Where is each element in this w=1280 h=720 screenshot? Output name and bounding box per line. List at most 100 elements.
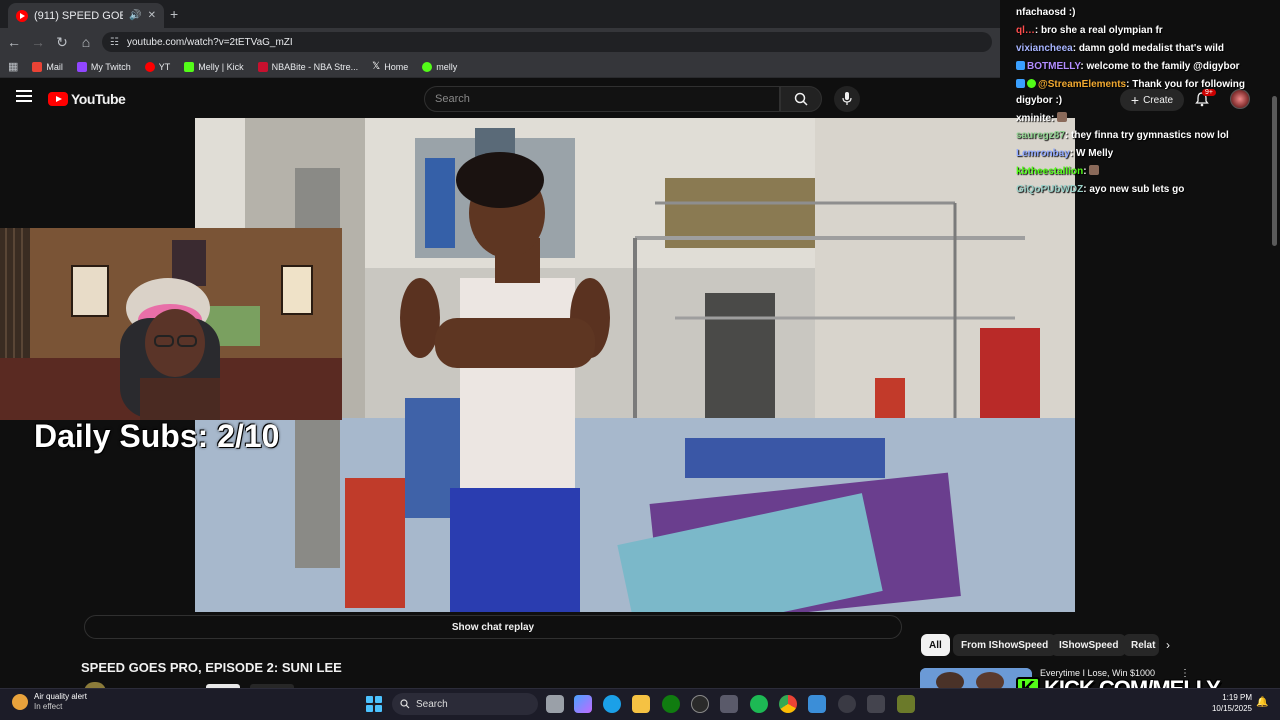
chat-message: Lemronbay: W Melly [1016,147,1113,160]
youtube-icon [144,61,155,72]
chat-username: vixiancheea [1016,43,1073,54]
chat-username: kbtheestallion [1016,166,1084,177]
chat-text: : [1051,113,1055,124]
tab-title: (911) SPEED GOES PRO, EP [34,9,124,22]
chat-username: ql… [1016,25,1035,36]
chat-username: GiQoPUbWDZ [1016,184,1084,195]
chip-ishowspeed[interactable]: IShowSpeed [1051,634,1127,656]
video-title: SPEED GOES PRO, EPISODE 2: SUNI LEE [81,660,342,675]
chat-username: digybor :) [1016,95,1063,106]
xbox-icon[interactable] [662,695,680,713]
app-icon[interactable] [897,695,915,713]
bookmarks-bar: ▦ Mail My Twitch YT Melly | Kick NBABite… [0,56,1000,78]
chat-message: @StreamElements: Thank you for following [1016,78,1245,91]
search-icon [794,92,808,106]
menu-icon[interactable] [16,90,32,102]
kick-icon [422,61,433,72]
chip-all[interactable]: All [921,634,950,656]
bookmark-nbabite[interactable]: NBABite - NBA Stre... [257,61,359,72]
spotify-icon[interactable] [750,695,768,713]
reload-icon[interactable]: ↻ [54,34,70,51]
notification-center-icon[interactable]: 🔔 [1256,697,1268,708]
weather-widget[interactable]: Air quality alert In effect [12,692,87,712]
search-input[interactable]: Search [424,86,780,112]
chat-text: : bro she a real olympian fr [1034,25,1163,36]
bookmark-melly-kick[interactable]: Melly | Kick [184,61,244,72]
chip-related[interactable]: Relat [1123,634,1159,656]
speaker-icon[interactable]: 🔊 [129,10,141,21]
verified-badge-icon [1027,79,1036,88]
home-icon[interactable]: ⌂ [78,34,94,50]
account-avatar[interactable] [1230,89,1250,109]
plus-icon: + [1130,92,1140,108]
microphone-icon [842,92,852,105]
weather-title: Air quality alert [34,692,87,701]
bookmark-label: Melly | Kick [198,61,244,72]
copilot-icon[interactable] [574,695,592,713]
youtube-favicon-icon [16,9,28,22]
terminal-icon[interactable] [867,695,885,713]
photos-icon[interactable] [808,695,826,713]
chat-text: : damn gold medalist that's wild [1072,43,1224,54]
bookmark-my-twitch[interactable]: My Twitch [76,61,131,72]
address-bar[interactable]: ☷ youtube.com/watch?v=2tETVaG_mZI [102,32,992,52]
chat-text: : Thank you for following [1126,79,1246,90]
url-text: youtube.com/watch?v=2tETVaG_mZI [126,36,293,48]
chat-username: @StreamElements [1038,79,1127,90]
close-tab-icon[interactable]: ✕ [148,10,156,21]
bookmark-yt[interactable]: YT [144,61,171,72]
edge-icon[interactable] [603,695,621,713]
back-arrow-icon[interactable]: ← [6,34,22,50]
windows-start-icon[interactable] [366,696,382,712]
new-tab-icon[interactable]: + [170,6,178,22]
webcam-feed [0,228,342,420]
chat-username: Lemronbay [1016,148,1070,159]
task-view-icon[interactable] [546,695,564,713]
obs-icon[interactable] [691,695,709,713]
forward-arrow-icon[interactable]: → [30,34,46,50]
voice-search-button[interactable] [834,86,860,112]
twitch-icon [76,61,87,72]
store-icon[interactable] [720,695,738,713]
search-button[interactable] [780,86,822,112]
create-button[interactable]: + Create [1120,89,1184,111]
mod-badge-icon [1016,61,1025,70]
file-explorer-icon[interactable] [632,695,650,713]
bookmark-label: YT [158,61,171,72]
create-label: Create [1143,94,1174,106]
chat-text: : ayo new sub lets go [1083,184,1185,195]
tab-strip: (911) SPEED GOES PRO, EP 🔊 ✕ + [0,0,1000,28]
x-logo-icon: 𝕏 [372,61,381,72]
air-quality-icon [12,694,28,710]
chat-message: kbtheestallion: [1016,165,1100,178]
bookmark-melly[interactable]: melly [422,61,457,72]
chat-emote-icon [1089,165,1100,175]
chevron-right-icon[interactable]: › [1166,638,1170,652]
bookmark-label: NBABite - NBA Stre... [271,61,359,72]
chrome-icon[interactable] [779,695,797,713]
scrollbar-thumb[interactable] [1272,96,1277,246]
bookmark-mail[interactable]: Mail [32,61,63,72]
chat-text: : welcome to the family @digybor [1080,61,1240,72]
youtube-logo[interactable]: YouTube [48,91,126,107]
system-clock[interactable]: 1:19 PM 10/15/2025 [1208,692,1252,714]
chat-username: sauregz87 [1016,130,1065,141]
chat-message: BOTMELLY: welcome to the family @digybor [1016,60,1240,73]
nba-icon [257,61,268,72]
browser-tab[interactable]: (911) SPEED GOES PRO, EP 🔊 ✕ [8,3,164,28]
media-player-icon[interactable] [838,695,856,713]
bookmark-home[interactable]: 𝕏 Home [372,61,408,72]
clock-time: 1:19 PM [1222,693,1252,702]
chat-message: vixiancheea: damn gold medalist that's w… [1016,42,1224,55]
bookmark-label: Home [384,61,409,72]
gmail-icon [32,61,43,72]
site-info-icon[interactable]: ☷ [110,37,119,48]
bookmark-label: My Twitch [90,61,131,72]
taskbar-search[interactable]: Search [392,693,538,715]
chat-username: BOTMELLY [1027,61,1081,72]
chat-text: : they finna try gymnastics now lol [1064,130,1229,141]
search-icon [400,699,410,709]
apps-grid-icon[interactable]: ▦ [8,60,18,73]
show-chat-replay-button[interactable]: Show chat replay [84,615,902,639]
chip-from-ishowspeed[interactable]: From IShowSpeed [953,634,1057,656]
